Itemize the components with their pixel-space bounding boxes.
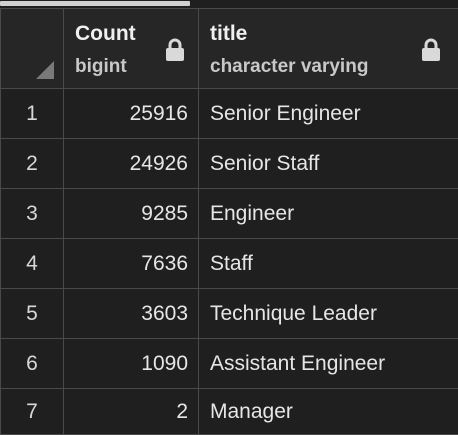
cell-title[interactable]: Assistant Engineer [199,339,458,389]
cell-title[interactable]: Senior Engineer [199,89,458,139]
cell-title[interactable]: Senior Staff [199,139,458,189]
cell-count[interactable]: 9285 [64,189,199,239]
row-number[interactable]: 1 [1,89,64,139]
cell-title[interactable]: Technique Leader [199,289,458,339]
column-type: bigint [75,56,127,78]
scrollbar-thumb[interactable] [0,1,190,6]
cell-count[interactable]: 7636 [64,239,199,289]
select-all-corner-icon [36,61,54,79]
table-row[interactable]: 2 24926 Senior Staff [1,139,458,189]
horizontal-scrollbar[interactable] [0,0,458,7]
table-row[interactable]: 4 7636 Staff [1,239,458,289]
table-row[interactable]: 3 9285 Engineer [1,189,458,239]
row-number[interactable]: 6 [1,339,64,389]
cell-count[interactable]: 3603 [64,289,199,339]
row-number[interactable]: 4 [1,239,64,289]
row-number[interactable]: 5 [1,289,64,339]
table-row[interactable]: 5 3603 Technique Leader [1,289,458,339]
cell-count[interactable]: 2 [64,389,199,435]
cell-count[interactable]: 1090 [64,339,199,389]
header-row: Count bigint title character varying [1,9,458,89]
results-grid: Count bigint title character varying 1 2… [0,8,458,435]
row-number[interactable]: 3 [1,189,64,239]
column-header-title[interactable]: title character varying [199,9,458,89]
cell-title[interactable]: Manager [199,389,458,435]
column-header-count[interactable]: Count bigint [64,9,199,89]
row-number[interactable]: 2 [1,139,64,189]
cell-title[interactable]: Staff [199,239,458,289]
select-all-corner[interactable] [1,9,64,89]
table-row[interactable]: 6 1090 Assistant Engineer [1,339,458,389]
cell-count[interactable]: 24926 [64,139,199,189]
lock-icon [420,38,442,62]
column-name: Count [75,22,136,46]
column-type: character varying [210,56,368,78]
cell-title[interactable]: Engineer [199,189,458,239]
cell-count[interactable]: 25916 [64,89,199,139]
table-row[interactable]: 1 25916 Senior Engineer [1,89,458,139]
lock-icon [164,38,186,62]
column-name: title [210,22,247,46]
table-row[interactable]: 7 2 Manager [1,389,458,435]
row-number[interactable]: 7 [1,389,64,435]
